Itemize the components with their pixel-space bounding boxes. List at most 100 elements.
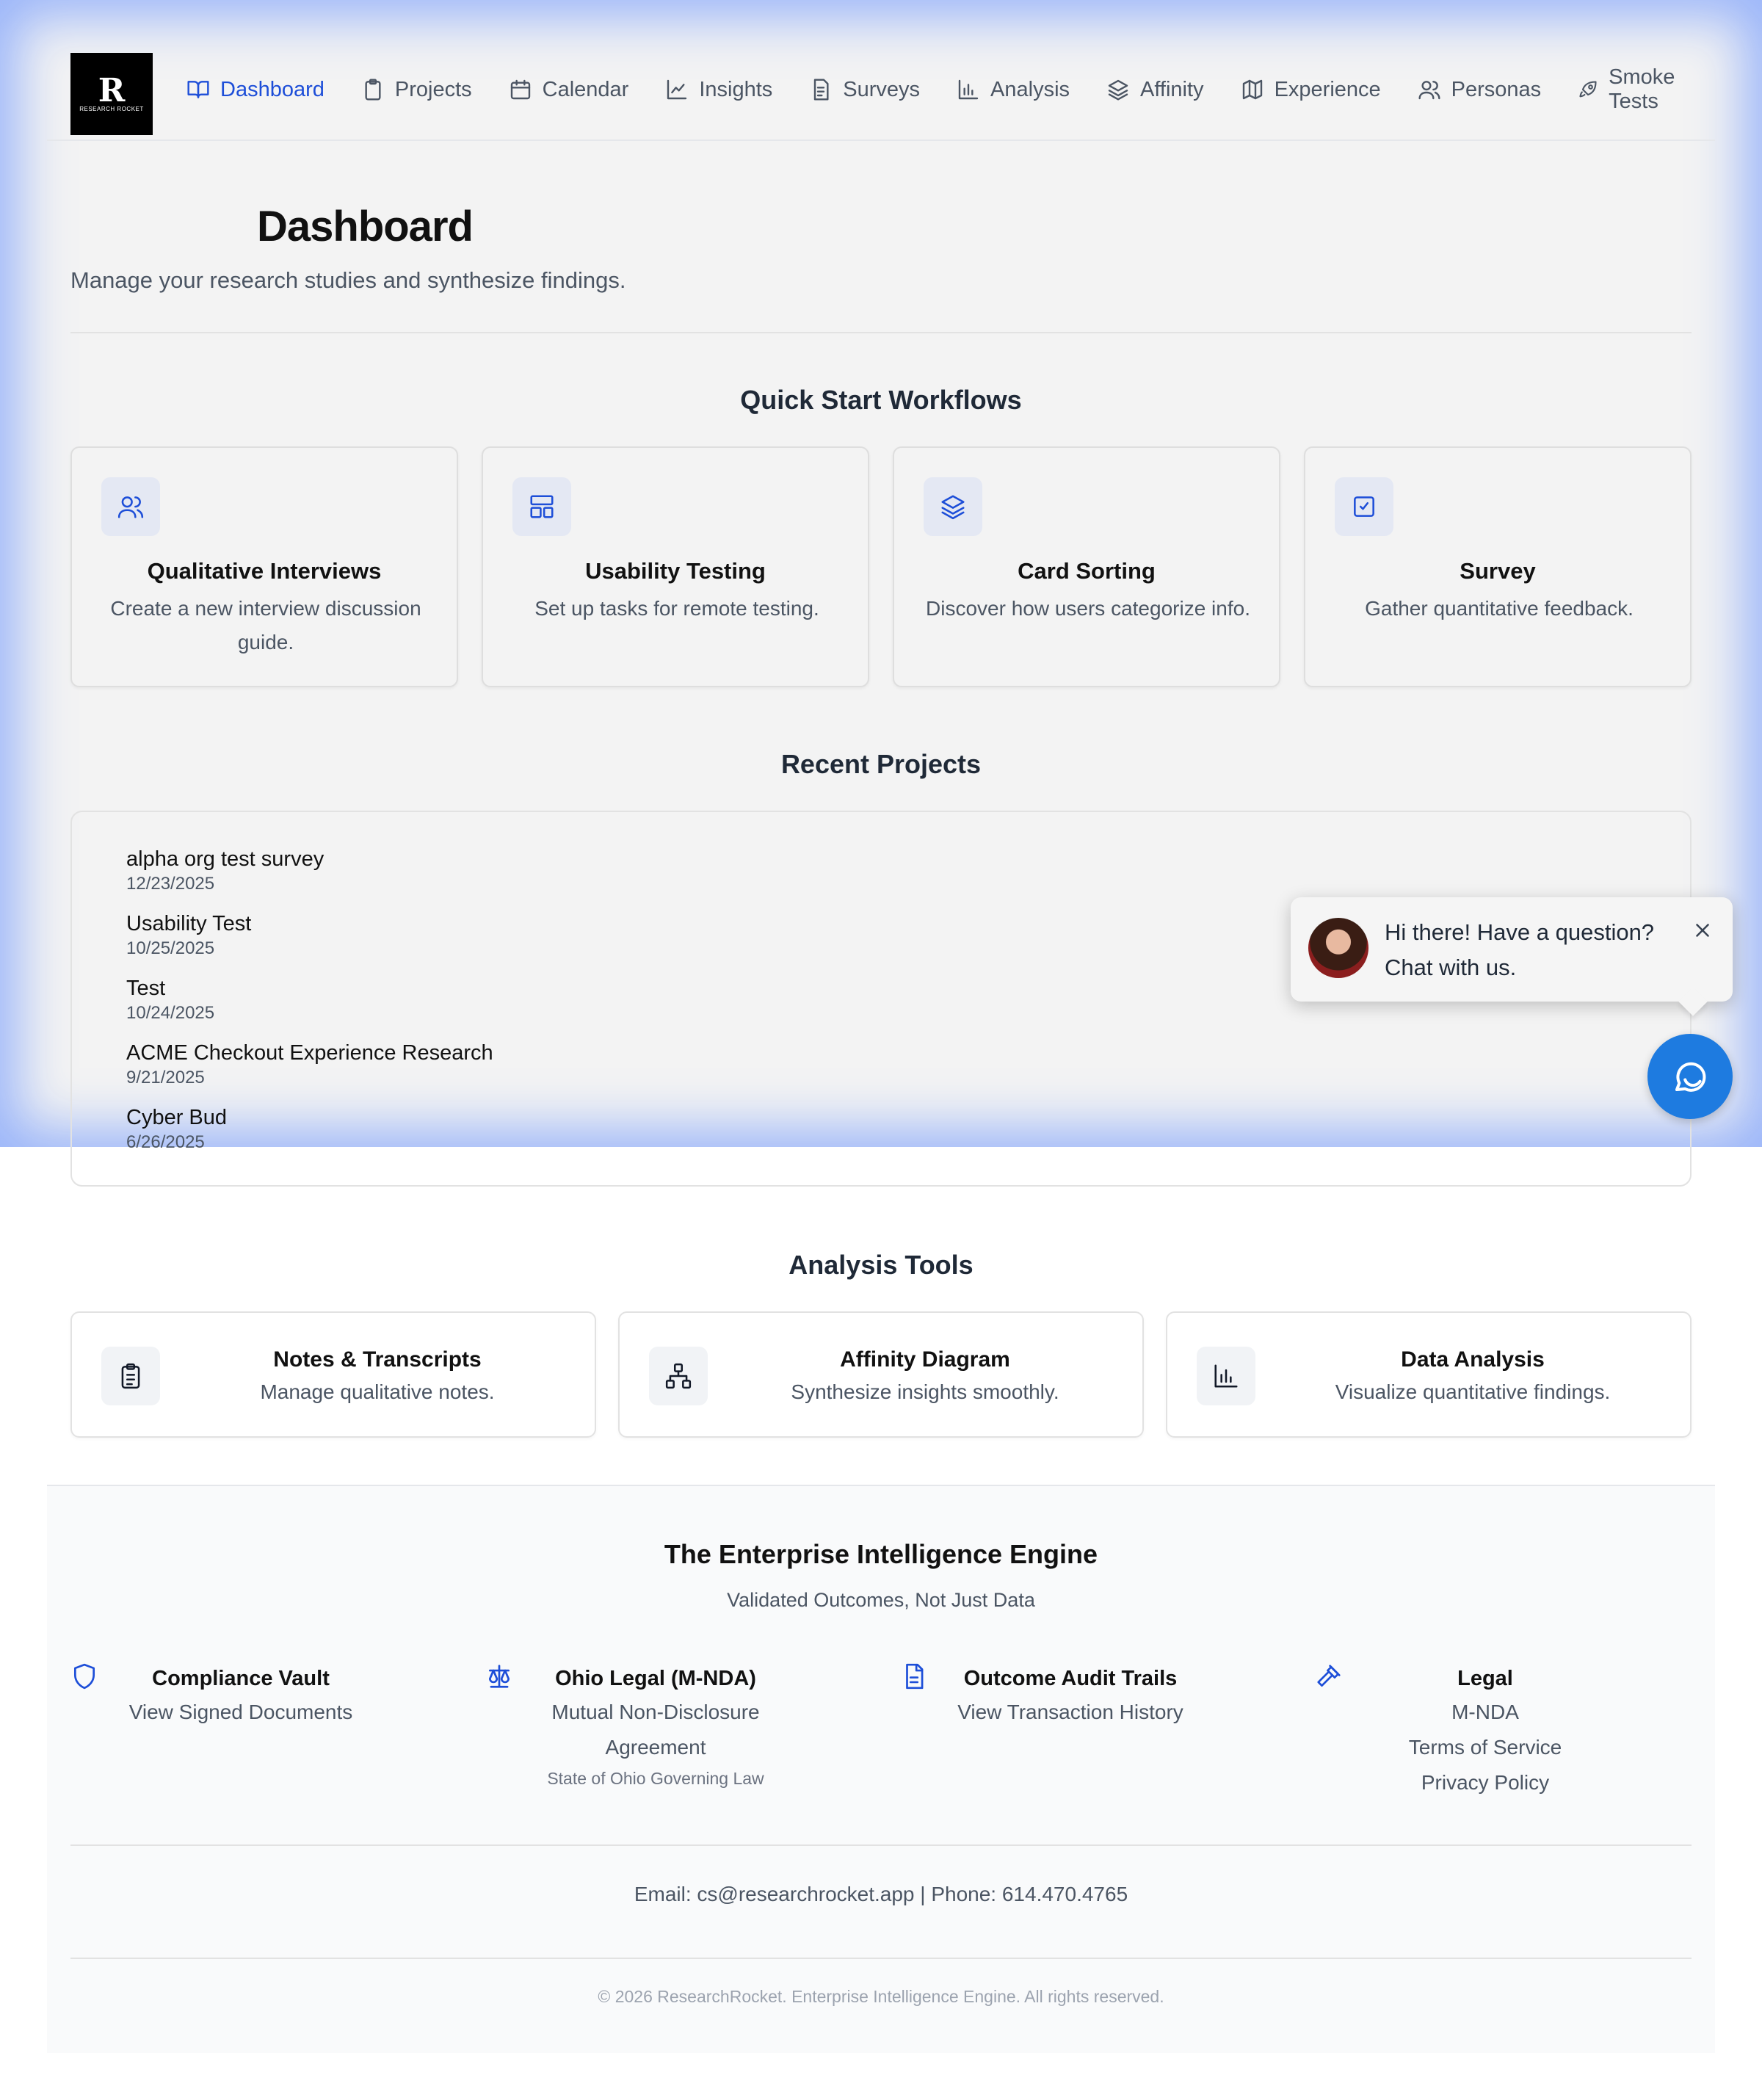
- project-date: 9/21/2025: [126, 1068, 205, 1087]
- recent-projects-list: alpha org test survey 12/23/2025 Usabili…: [126, 846, 493, 1169]
- users-icon: [1418, 81, 1440, 100]
- nav-item-surveys[interactable]: Surveys: [809, 73, 920, 106]
- nav-label: Projects: [394, 77, 472, 101]
- footer-col-head: Ohio Legal (M-NDA): [555, 1667, 756, 1690]
- chat-message: Hi there! Have a question? Chat with us.: [1385, 919, 1655, 980]
- footer-col-head: Compliance Vault: [152, 1667, 330, 1690]
- page: R RESEARCH ROCKET Dashboard Projects Cal…: [0, 0, 1762, 2100]
- tool-text: Affinity Diagram Synthesize insights smo…: [730, 1344, 1120, 1408]
- tool-text: Data Analysis Visualize quantitative fin…: [1277, 1344, 1668, 1408]
- project-date: 12/23/2025: [126, 874, 215, 894]
- workflow-card-usability[interactable]: Usability Testing Set up tasks for remot…: [482, 446, 869, 687]
- nav-label: Surveys: [843, 77, 921, 101]
- footer-link-mnda[interactable]: M-NDA: [1338, 1695, 1632, 1730]
- tool-title: Data Analysis: [1401, 1347, 1545, 1372]
- chat-popup[interactable]: Hi there! Have a question? Chat with us.: [1291, 897, 1733, 1002]
- nav-label: Analysis: [990, 77, 1070, 101]
- nav-item-smoke-tests[interactable]: Smoke Tests: [1578, 65, 1715, 113]
- nav-label: Dashboard: [220, 77, 325, 101]
- nav-label: Affinity: [1140, 77, 1204, 101]
- project-item[interactable]: Test 10/24/2025: [126, 975, 493, 1040]
- project-item[interactable]: alpha org test survey 12/23/2025: [126, 846, 493, 910]
- nav-item-calendar[interactable]: Calendar: [509, 73, 629, 106]
- page-subtitle: Manage your research studies and synthes…: [70, 267, 626, 293]
- footer-col-text: Compliance Vault View Signed Documents: [94, 1662, 388, 1730]
- file-text-icon: [814, 79, 829, 101]
- tool-card-affinity[interactable]: Affinity Diagram Synthesize insights smo…: [618, 1311, 1144, 1438]
- nav-item-dashboard[interactable]: Dashboard: [186, 73, 325, 106]
- footer-contact: Email: cs@researchrocket.app | Phone: 61…: [634, 1883, 1128, 1905]
- footer-link[interactable]: View Signed Documents: [94, 1695, 388, 1730]
- workflow-card-card-sorting[interactable]: Card Sorting Discover how users categori…: [893, 446, 1280, 687]
- footer-link-terms[interactable]: Terms of Service: [1338, 1730, 1632, 1765]
- footer-col-head: Outcome Audit Trails: [963, 1667, 1178, 1690]
- footer-col-text: Ohio Legal (M-NDA) Mutual Non-Disclosure…: [509, 1662, 802, 1792]
- rocket-icon: [1579, 81, 1597, 98]
- footer-title: The Enterprise Intelligence Engine: [664, 1539, 1098, 1569]
- logo[interactable]: R RESEARCH ROCKET: [70, 53, 153, 135]
- project-date: 10/25/2025: [126, 938, 215, 958]
- layers-icon: [941, 495, 965, 520]
- footer-link[interactable]: View Transaction History: [924, 1695, 1217, 1730]
- network-icon: [665, 1363, 692, 1389]
- nav-item-experience[interactable]: Experience: [1241, 73, 1381, 106]
- workflow-desc: Set up tasks for remote testing.: [534, 597, 819, 620]
- project-name: Cyber Bud: [126, 1106, 228, 1129]
- workflow-icon-wrap: [1335, 477, 1393, 536]
- nav-label: Insights: [699, 77, 773, 101]
- nav-item-projects[interactable]: Projects: [361, 73, 472, 106]
- tool-desc: Synthesize insights smoothly.: [791, 1380, 1059, 1403]
- nav-item-analysis[interactable]: Analysis: [957, 73, 1070, 106]
- nav-label: Calendar: [542, 77, 629, 101]
- footer-copyright: © 2026 ResearchRocket. Enterprise Intell…: [598, 1987, 1164, 2006]
- project-name: Test: [126, 977, 166, 1000]
- footer-note: State of Ohio Governing Law: [547, 1769, 764, 1788]
- footer-col-head: Legal: [1457, 1667, 1513, 1690]
- footer-subtitle: Validated Outcomes, Not Just Data: [727, 1589, 1035, 1611]
- project-name: alpha org test survey: [126, 847, 325, 871]
- project-date: 10/24/2025: [126, 1003, 215, 1023]
- nav-items: Dashboard Projects Calendar Insights Sur…: [186, 65, 1715, 113]
- project-name: ACME Checkout Experience Research: [126, 1041, 493, 1065]
- footer-divider: [70, 1958, 1692, 1959]
- workflow-card-interviews[interactable]: Qualitative Interviews Create a new inte…: [70, 446, 458, 687]
- footer-link-privacy[interactable]: Privacy Policy: [1338, 1765, 1632, 1800]
- recent-projects-title: Recent Projects: [780, 749, 982, 779]
- check-square-icon: [1354, 496, 1374, 517]
- workflow-icon-wrap: [101, 477, 160, 536]
- workflow-title: Qualitative Interviews: [147, 558, 382, 584]
- top-nav: R RESEARCH ROCKET Dashboard Projects Cal…: [47, 53, 1715, 141]
- workflow-title: Survey: [1460, 558, 1536, 584]
- footer: The Enterprise Intelligence Engine Valid…: [47, 1485, 1715, 2053]
- nav-label: Personas: [1451, 77, 1542, 101]
- nav-item-personas[interactable]: Personas: [1418, 73, 1542, 106]
- project-item[interactable]: Cyber Bud 6/26/2025: [126, 1104, 493, 1169]
- footer-divider: [70, 1844, 1692, 1846]
- layout-icon: [530, 495, 554, 518]
- workflow-card-survey[interactable]: Survey Gather quantitative feedback.: [1304, 446, 1692, 687]
- layers-icon: [1108, 79, 1128, 101]
- bar-chart-icon: [1214, 1364, 1238, 1388]
- workflow-desc: Create a new interview discussion guide.: [110, 597, 421, 653]
- analysis-tools-title: Analysis Tools: [788, 1250, 974, 1280]
- nav-item-insights[interactable]: Insights: [665, 73, 772, 106]
- tool-card-data-analysis[interactable]: Data Analysis Visualize quantitative fin…: [1166, 1311, 1692, 1438]
- book-open-icon: [187, 81, 209, 98]
- close-icon[interactable]: [1692, 919, 1714, 941]
- footer-col-text: Legal M-NDA Terms of Service Privacy Pol…: [1338, 1662, 1632, 1800]
- nav-label: Smoke Tests: [1609, 65, 1675, 113]
- footer-link[interactable]: Mutual Non-Disclosure Agreement: [509, 1695, 802, 1765]
- avatar: [1308, 918, 1368, 978]
- tool-card-notes[interactable]: Notes & Transcripts Manage qualitative n…: [70, 1311, 596, 1438]
- nav-item-affinity[interactable]: Affinity: [1106, 73, 1204, 106]
- project-item[interactable]: ACME Checkout Experience Research 9/21/2…: [126, 1040, 493, 1104]
- chat-launcher-button[interactable]: [1647, 1034, 1733, 1119]
- workflow-icon-wrap: [924, 477, 982, 536]
- quick-start-title: Quick Start Workflows: [740, 385, 1022, 415]
- tool-desc: Manage qualitative notes.: [260, 1380, 495, 1403]
- content: R RESEARCH ROCKET Dashboard Projects Cal…: [0, 0, 1762, 2100]
- workflow-title: Card Sorting: [1018, 558, 1156, 584]
- clipboard-icon: [365, 79, 381, 101]
- project-item[interactable]: Usability Test 10/25/2025: [126, 910, 493, 975]
- calendar-icon: [510, 79, 530, 100]
